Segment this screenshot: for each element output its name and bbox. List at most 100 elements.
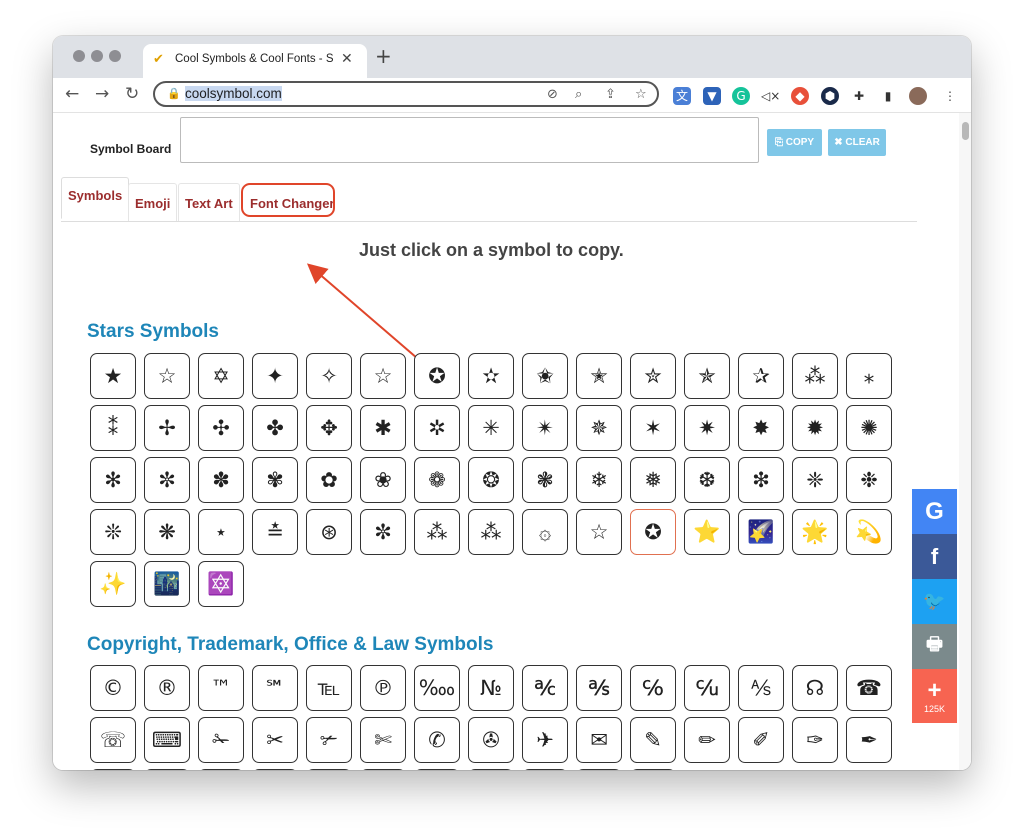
symbol-cell[interactable]: ☆ (576, 509, 622, 555)
symbol-board-input[interactable] (180, 117, 759, 163)
close-window-button[interactable] (73, 50, 85, 62)
symbol-cell[interactable]: ☚ (576, 769, 622, 770)
symbol-cell[interactable]: ✬ (522, 353, 568, 399)
bookmark-star-icon[interactable]: ☆ (635, 87, 647, 102)
symbol-cell[interactable]: ⋆ (198, 509, 244, 555)
search-icon[interactable]: ⌕ (575, 87, 582, 102)
twitter-share-button[interactable]: 🐦 (912, 579, 957, 624)
symbol-cell[interactable]: ✍ (630, 769, 676, 770)
symbol-cell[interactable]: ⭐ (684, 509, 730, 555)
symbol-cell[interactable]: ✲ (414, 405, 460, 451)
symbol-cell[interactable]: ℀ (522, 665, 568, 711)
symbol-cell[interactable]: ‱ (414, 665, 460, 711)
symbol-cell[interactable]: ✉ (576, 717, 622, 763)
symbol-cell[interactable]: ۞ (522, 509, 568, 555)
blocked-popup-icon[interactable]: ⊘ (547, 87, 558, 102)
symbol-cell[interactable]: ✷ (684, 405, 730, 451)
google-share-button[interactable]: G (912, 489, 957, 534)
symbol-cell[interactable]: ℠ (252, 665, 298, 711)
symbol-cell[interactable]: ✱ (360, 405, 406, 451)
symbol-cell[interactable]: ✰ (738, 353, 784, 399)
print-button[interactable]: 🖶 (912, 624, 957, 669)
symbol-cell[interactable]: ✳ (468, 405, 514, 451)
minimize-window-button[interactable] (91, 50, 103, 62)
symbol-cell[interactable]: ✐ (738, 717, 784, 763)
symbol-cell[interactable]: ✢ (144, 405, 190, 451)
symbol-cell[interactable]: ✮ (630, 353, 676, 399)
symbol-cell[interactable]: ☜ (522, 769, 568, 770)
symbol-cell[interactable]: ⌨ (144, 717, 190, 763)
tab-symbols[interactable]: Symbols (61, 177, 130, 219)
symbol-cell[interactable]: ❋ (144, 509, 190, 555)
symbol-cell[interactable]: ® (144, 665, 190, 711)
symbol-cell[interactable]: ❀ (360, 457, 406, 503)
symbol-cell[interactable]: ✄ (360, 717, 406, 763)
back-icon[interactable]: ← (65, 84, 79, 104)
symbol-cell[interactable]: © (90, 665, 136, 711)
grammarly-extension-icon[interactable]: G (732, 87, 750, 105)
symbol-cell[interactable]: ☆ (144, 353, 190, 399)
zoom-window-button[interactable] (109, 50, 121, 62)
symbol-cell[interactable]: ✼ (144, 457, 190, 503)
symbol-cell[interactable]: ‰ (90, 769, 136, 770)
symbol-cell[interactable]: ✤ (252, 405, 298, 451)
symbol-cell[interactable]: ⁂ (792, 353, 838, 399)
address-bar[interactable]: 🔒 coolsymbol.com ⊘ ⌕ ⇪ ☆ (153, 81, 659, 107)
symbol-cell[interactable]: ❁ (414, 457, 460, 503)
symbol-cell[interactable]: ✦ (252, 353, 298, 399)
symbol-cell[interactable]: ⊛ (306, 509, 352, 555)
tab-emoji[interactable]: Emoji (128, 183, 178, 221)
symbol-cell[interactable]: ✈ (522, 717, 568, 763)
symbol-cell[interactable]: 🌟 (792, 509, 838, 555)
symbol-cell[interactable]: ❂ (468, 457, 514, 503)
symbol-cell[interactable]: ¶ (198, 769, 244, 770)
symbol-cell[interactable]: ℡ (306, 665, 352, 711)
more-share-button[interactable]: + 125K (912, 669, 957, 723)
symbol-cell[interactable]: ❅ (630, 457, 676, 503)
symbol-cell[interactable]: ★ (90, 353, 136, 399)
symbol-cell[interactable]: ℗ (360, 665, 406, 711)
symbol-cell[interactable]: ✴ (522, 405, 568, 451)
symbol-cell[interactable]: ❄ (576, 457, 622, 503)
symbol-cell[interactable]: ✪ (414, 353, 460, 399)
profile-avatar[interactable] (909, 87, 927, 105)
symbol-cell[interactable]: ✒ (846, 717, 892, 763)
symbol-cell[interactable]: ✵ (576, 405, 622, 451)
menu-kebab-icon[interactable]: ⋮ (941, 87, 959, 105)
symbol-cell[interactable]: ❊ (90, 509, 136, 555)
symbol-cell[interactable]: ✎ (630, 717, 676, 763)
symbol-cell[interactable]: ✁ (198, 717, 244, 763)
symbol-cell[interactable]: ✧ (306, 353, 352, 399)
extensions-puzzle-icon[interactable]: ✚ (850, 87, 868, 105)
symbol-cell[interactable]: ✡ (198, 353, 244, 399)
url-text[interactable]: coolsymbol.com (185, 86, 282, 101)
symbol-cell[interactable]: ℅ (630, 665, 676, 711)
symbol-cell[interactable]: ✸ (738, 405, 784, 451)
symbol-cell[interactable]: ✆ (414, 717, 460, 763)
symbol-cell[interactable]: ☏ (90, 717, 136, 763)
symbol-cell[interactable]: ☊ (792, 665, 838, 711)
symbol-cell[interactable]: ✨ (90, 561, 136, 607)
symbol-cell[interactable]: ✥ (306, 405, 352, 451)
symbol-cell[interactable]: ✾ (252, 457, 298, 503)
symbol-cell[interactable]: ℆ (684, 665, 730, 711)
scrollbar-thumb[interactable] (962, 122, 969, 140)
forward-icon[interactable]: → (95, 84, 109, 104)
symbol-cell[interactable]: ❆ (684, 457, 730, 503)
symbol-cell[interactable]: ☟ (468, 769, 514, 770)
symbol-cell[interactable]: ™ (198, 665, 244, 711)
symbol-cell[interactable]: § (144, 769, 190, 770)
symbol-cell[interactable]: ✹ (792, 405, 838, 451)
symbol-cell[interactable]: 💫 (846, 509, 892, 555)
reload-icon[interactable]: ↻ (125, 84, 139, 104)
symbol-cell[interactable]: ✻ (90, 457, 136, 503)
clear-button[interactable]: ✖ CLEAR (828, 129, 886, 156)
symbol-cell[interactable]: 🌠 (738, 509, 784, 555)
symbol-cell[interactable]: ✫ (468, 353, 514, 399)
facebook-share-button[interactable]: f (912, 534, 957, 579)
mute-tab-icon[interactable]: ◁× (761, 87, 780, 105)
symbol-cell[interactable]: ❃ (522, 457, 568, 503)
symbol-cell[interactable]: ❉ (846, 457, 892, 503)
symbol-cell[interactable]: ✃ (306, 717, 352, 763)
symbol-cell[interactable]: ❈ (792, 457, 838, 503)
